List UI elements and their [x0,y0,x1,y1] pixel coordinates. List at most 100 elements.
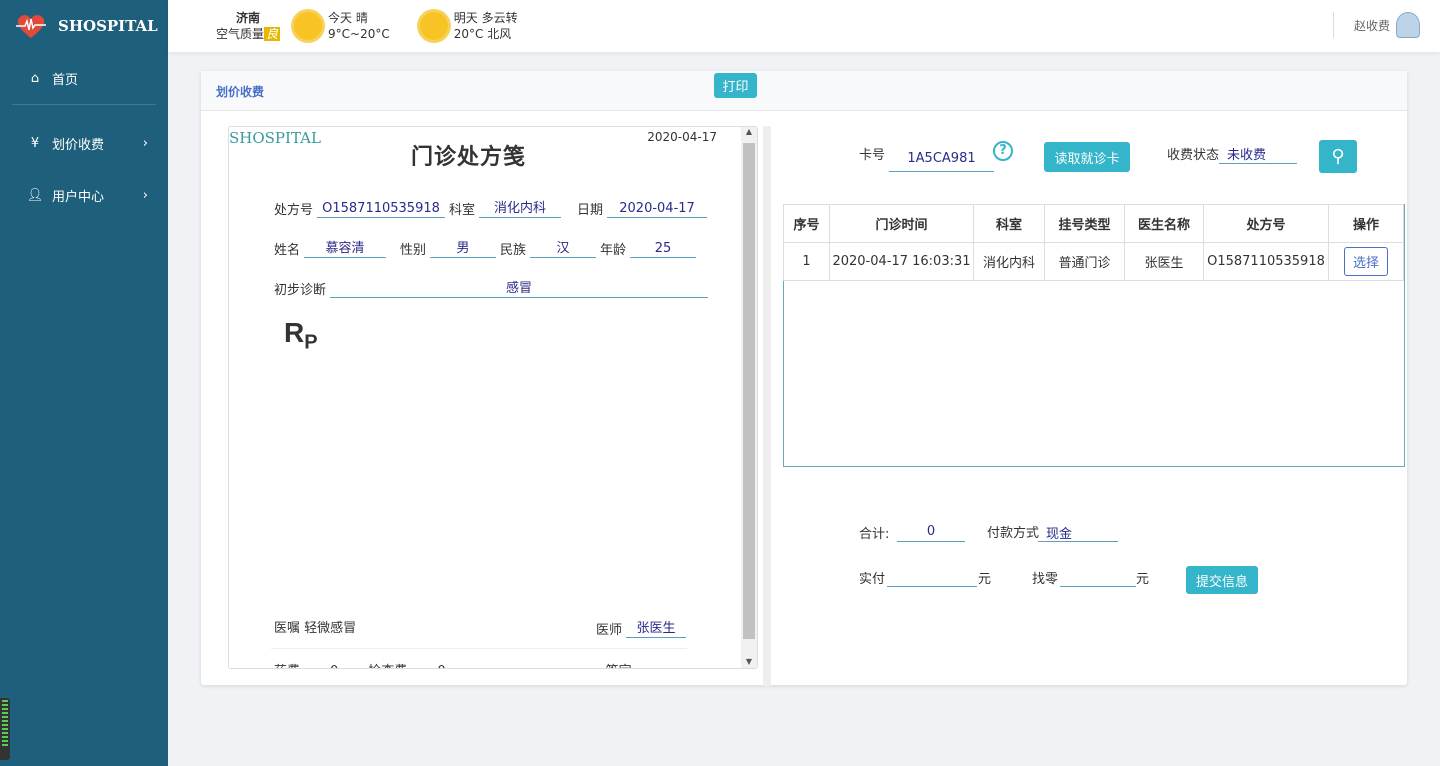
divider [271,648,687,649]
tomorrow-temp: 20°C 北风 [454,26,518,42]
scroll-thumb[interactable] [743,143,755,639]
status-label: 收费状态 [1167,144,1219,163]
col-header: 挂号类型 [1045,205,1125,243]
label: 日期 [577,199,603,218]
label: 签字 [606,660,632,669]
rp-symbol: RP [284,317,318,355]
rx-row-2: 姓名慕容清 性别男 民族汉 年龄25 [274,237,700,258]
billing-card: 划价收费 打印 SHOSPITAL 2020-04-17 门诊处方笺 处方号O1… [201,71,1407,685]
user-icon: 👤︎ [26,188,44,203]
brand-name: SHOSPITAL [58,17,158,35]
scroll-down-icon[interactable]: ▼ [741,657,757,666]
label: 初步诊断 [274,279,326,298]
col-header: 处方号 [1204,205,1329,243]
sidebar-item-user-center[interactable]: 👤︎ 用户中心 › [0,169,168,221]
label: 药费 [274,660,300,669]
sidebar-item-home[interactable]: ⌂首页 [0,52,168,104]
select-button[interactable]: 选择 [1344,247,1388,276]
doctor-row: 医师张医生 [596,617,690,638]
card-title: 划价收费 [216,83,264,100]
home-icon: ⌂ [26,71,44,86]
weather-tomorrow: 明天 多云转20°C 北风 [420,10,518,42]
chevron-right-icon: › [143,188,148,203]
label: 检查费 [368,660,407,669]
yuan-icon: ¥ [26,136,44,151]
rp-r: R [284,317,304,348]
cell-doctor: 张医生 [1125,243,1204,281]
label: 民族 [500,239,526,258]
rx-dept: 消化内科 [479,197,561,218]
col-header: 科室 [974,205,1045,243]
status-select[interactable]: 未收费 [1219,144,1297,164]
scroll-up-icon[interactable]: ▲ [741,127,757,136]
cell-type: 普通门诊 [1045,243,1125,281]
paid-input[interactable] [887,569,977,587]
table-row[interactable]: 1 2020-04-17 16:03:31 消化内科 普通门诊 张医生 O158… [784,243,1404,281]
volume-meter [0,698,10,760]
rx-date: 2020-04-17 [647,130,717,144]
rx-brand: SHOSPITAL [229,129,321,147]
cell-time: 2020-04-17 16:03:31 [830,243,974,281]
weather-today: 今天 晴9°C~20°C [294,10,390,42]
avatar [1396,12,1420,38]
help-icon[interactable]: ? [993,141,1013,161]
today-label: 今天 [328,11,352,25]
cell-rx: O1587110535918 [1204,243,1329,281]
check-fee: 0 [437,664,445,669]
tomorrow-label: 明天 [454,11,478,25]
paid-label: 实付 [859,568,885,587]
card-number-input[interactable]: 1A5CA981 [889,148,994,172]
unit: 元 [1136,568,1149,587]
user-name: 赵收费 [1354,17,1390,34]
label: 医嘱 [274,617,300,636]
rx-title: 门诊处方笺 [411,139,526,171]
read-card-button[interactable]: 读取就诊卡 [1044,142,1130,172]
city: 济南 [216,10,280,26]
prescription-preview: SHOSPITAL 2020-04-17 门诊处方笺 处方号O158711053… [228,126,758,669]
doctor: 张医生 [626,617,686,638]
rx-number: O1587110535918 [317,201,445,218]
today-weather: 晴 [356,11,368,25]
total-label: 合计: [859,523,889,542]
cell-dept: 消化内科 [974,243,1045,281]
advice: 轻微感冒 [304,617,356,636]
cell-action: 选择 [1329,243,1404,281]
label: 科室 [449,199,475,218]
submit-button[interactable]: 提交信息 [1186,566,1258,594]
splitter-handle[interactable] [763,126,771,686]
fee-row: 药费0检查费0签字 [274,660,632,669]
patient-name: 慕容清 [304,237,386,258]
cloudy-sun-icon [420,12,448,40]
sidebar-item-billing[interactable]: ¥ 划价收费 › [0,117,168,169]
sidebar: SHOSPITAL ⌂首页 ¥ 划价收费 › 👤︎ 用户中心 › [0,0,168,766]
logo: SHOSPITAL [0,0,168,52]
rx-row-3: 初步诊断感冒 [274,277,712,298]
payment-method-select[interactable]: 现金 [1038,523,1118,542]
advice-row: 医嘱 轻微感冒 [274,617,356,636]
change-label: 找零 [1032,568,1058,587]
patient-nation: 汉 [530,237,596,258]
sun-icon [294,12,322,40]
search-icon: ⚲ [1331,146,1344,167]
chevron-right-icon: › [143,136,148,151]
sidebar-item-label: 用户中心 [52,186,104,205]
label: 年龄 [600,239,626,258]
col-header: 操作 [1329,205,1404,243]
card-label: 卡号 [859,144,885,163]
user-menu[interactable]: 赵收费 [1333,12,1420,38]
scrollbar[interactable]: ▲▼ [741,127,757,668]
search-button[interactable]: ⚲ [1319,140,1357,173]
card-header: 划价收费 打印 [201,71,1407,111]
label: 处方号 [274,199,313,218]
change-input[interactable] [1060,569,1136,587]
print-button[interactable]: 打印 [714,73,757,98]
topbar: 济南空气质量良 今天 晴9°C~20°C 明天 多云转20°C 北风 赵收费 [168,0,1440,52]
table-header: 序号 门诊时间 科室 挂号类型 医生名称 处方号 操作 [784,205,1404,243]
sidebar-item-label: 划价收费 [52,134,104,153]
diagnosis: 感冒 [330,277,708,298]
method-label: 付款方式 [987,522,1039,541]
rx-date-value: 2020-04-17 [607,201,707,218]
heart-logo-icon [16,13,46,39]
tomorrow-weather: 多云转 [482,11,518,25]
col-header: 门诊时间 [830,205,974,243]
